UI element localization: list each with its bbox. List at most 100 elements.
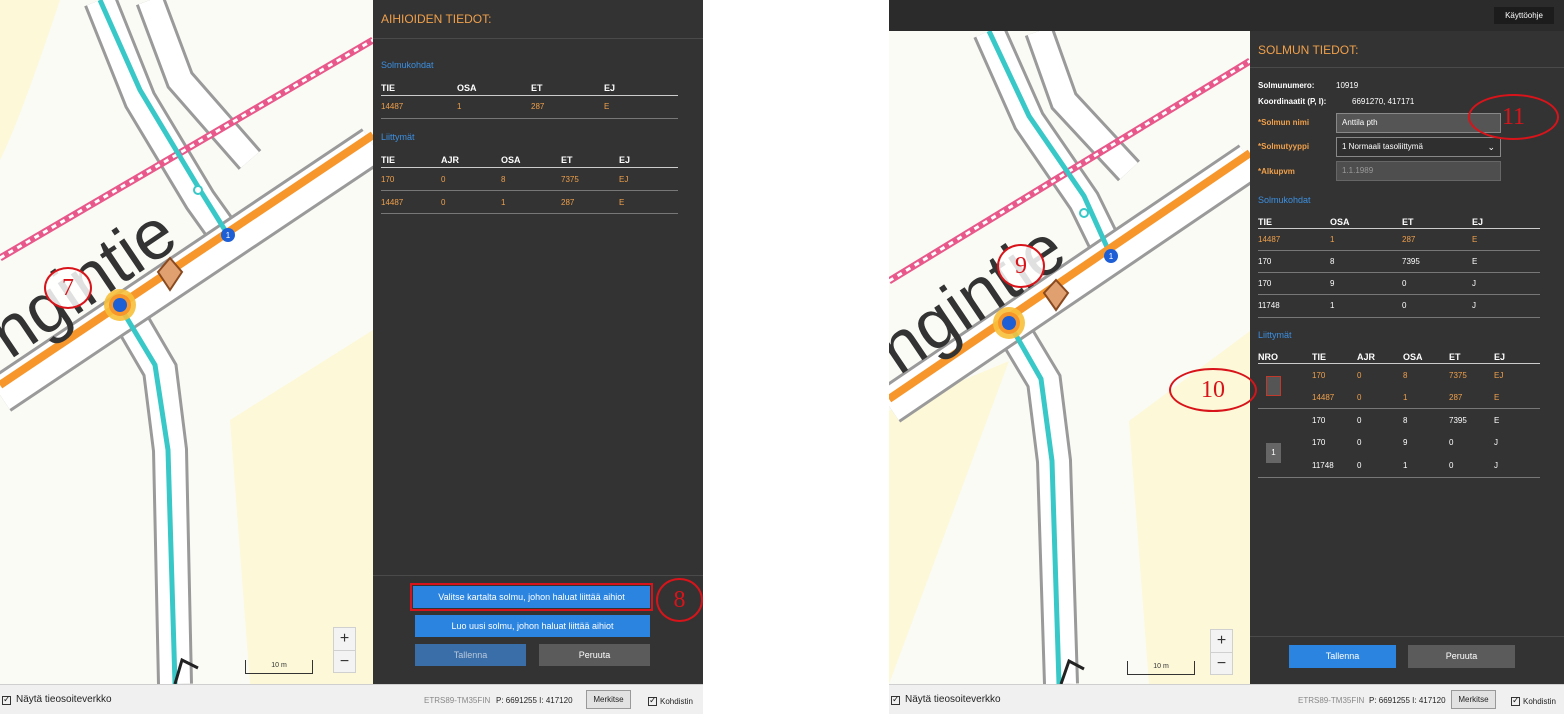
map-canvas: ngintie 1 [0,0,373,684]
table-cell: E [1494,416,1500,425]
table-cell: 11748 [1312,461,1334,470]
save-button[interactable]: Tallenna [415,644,526,666]
table-cell: E [1494,393,1500,402]
header-rule [1258,228,1540,229]
table-cell: 0 [1402,301,1407,310]
show-network-label: Näytä tieosoiteverkko [905,694,1001,705]
zoom-out-button[interactable]: − [1211,652,1232,674]
table-cell: 14487 [1312,393,1335,402]
zoom-in-button[interactable]: + [334,628,355,650]
table-cell: 8 [1403,371,1408,380]
show-network-label: Näytä tieosoiteverkko [16,694,112,705]
table-cell: 0 [441,175,446,184]
cancel-button[interactable]: Peruuta [539,644,650,666]
cursor-checkbox[interactable] [648,695,657,707]
row-rule [1258,250,1540,251]
table-cell: 287 [561,198,575,207]
table-cell: 7375 [561,175,579,184]
column-header: ET [561,155,573,165]
zoom-control: + − [1210,629,1233,675]
node-type-select[interactable]: 1 Normaali tasoliittymä ⌄ [1336,137,1501,157]
mark-button[interactable]: Merkitse [586,690,631,709]
table-cell: 287 [1402,235,1416,244]
table-cell: E [1472,235,1478,244]
table-cell: 8 [1330,257,1335,266]
show-network-checkbox[interactable] [891,694,900,706]
table-cell: 9 [1403,438,1408,447]
table-cell: 0 [1357,393,1362,402]
column-header: EJ [619,155,631,165]
table-cell: 1 [501,198,506,207]
table-cell: 7375 [1449,371,1467,380]
column-header: TIE [1258,217,1273,227]
zoom-out-button[interactable]: − [334,650,355,672]
save-button[interactable]: Tallenna [1289,645,1396,668]
column-header: EJ [1494,352,1506,362]
start-date-input[interactable]: 1.1.1989 [1336,161,1501,181]
crs-label: ETRS89-TM35FIN [424,696,491,705]
table-cell: 170 [1312,438,1326,447]
start-date-label: *Alkupvm [1258,167,1295,176]
table-cell: 0 [1357,438,1362,447]
table-cell: EJ [619,175,629,184]
column-header: OSA [457,83,477,93]
column-header: TIE [381,155,396,165]
header-rule [381,167,678,168]
map-view[interactable]: ngintie 1 + − 10 m 9 [889,31,1250,684]
node-type-value: 1 Normaali tasoliittymä [1342,142,1423,151]
column-header: OSA [501,155,521,165]
user-guide-button[interactable]: Käyttöohje [1494,7,1554,24]
header-rule [381,95,678,96]
mark-button[interactable]: Merkitse [1451,690,1496,709]
node-number-label: Solmunumero: [1258,81,1315,90]
callout-10: 10 [1169,368,1257,412]
show-network-checkbox[interactable] [2,694,11,706]
zoom-in-button[interactable]: + [1211,630,1232,652]
column-header: TIE [1312,352,1327,362]
crs-label: ETRS89-TM35FIN [1298,696,1365,705]
table-cell: 1 [1403,461,1408,470]
table-cell: E [604,102,610,111]
table-cell: E [619,198,625,207]
top-bar: Käyttöohje [889,0,1564,31]
column-header: NRO [1258,352,1278,362]
column-header: AJR [1357,352,1376,362]
table-cell: 11748 [1258,301,1280,310]
table-cell: 7395 [1449,416,1467,425]
column-header: ET [1449,352,1461,362]
map-canvas: ngintie 1 [889,31,1250,684]
table-cell: 8 [501,175,506,184]
scale-bar: 10 m [245,660,313,674]
left-screenshot: ngintie 1 + − 10 m 7 AIHIOIDEN TIEDOT: S… [0,0,703,714]
divider [373,38,703,39]
table-cell: 1 [1330,235,1335,244]
cursor-checkbox[interactable] [1511,695,1520,707]
table-cell: 0 [1357,371,1362,380]
row-rule [381,213,678,214]
create-new-node-button[interactable]: Luo uusi solmu, johon haluat liittää aih… [415,615,650,637]
table-cell: 0 [1357,461,1362,470]
select-node-from-map-button[interactable]: Valitse kartalta solmu, johon haluat lii… [410,583,653,611]
bottom-status-bar: Näytä tieosoiteverkko ETRS89-TM35FIN P: … [0,684,703,714]
table-cell: 0 [441,198,446,207]
column-header: EJ [1472,217,1484,227]
row-rule [1258,272,1540,273]
blanks-info-panel: AIHIOIDEN TIEDOT: Solmukohdat TIE OSA ET… [373,0,703,684]
table-cell: 1 [1330,301,1335,310]
callout-9: 9 [997,244,1045,288]
table-cell: J [1494,438,1498,447]
footer-divider [1250,636,1564,637]
table-cell: 0 [1357,416,1362,425]
junction-group-checkbox[interactable] [1266,376,1281,396]
junctions-title: Liittymät [381,132,415,142]
table-cell: 9 [1330,279,1335,288]
coordinate-readout: P: 6691255 I: 417120 [496,696,573,705]
coordinate-readout: P: 6691255 I: 417120 [1369,696,1446,705]
junction-number-box[interactable]: 1 [1266,443,1281,463]
map-view[interactable]: ngintie 1 + − 10 m 7 [0,0,373,684]
column-header: ET [531,83,543,93]
column-header: EJ [604,83,616,93]
column-header: AJR [441,155,460,165]
table-cell: 170 [1312,371,1326,380]
cancel-button[interactable]: Peruuta [1408,645,1515,668]
